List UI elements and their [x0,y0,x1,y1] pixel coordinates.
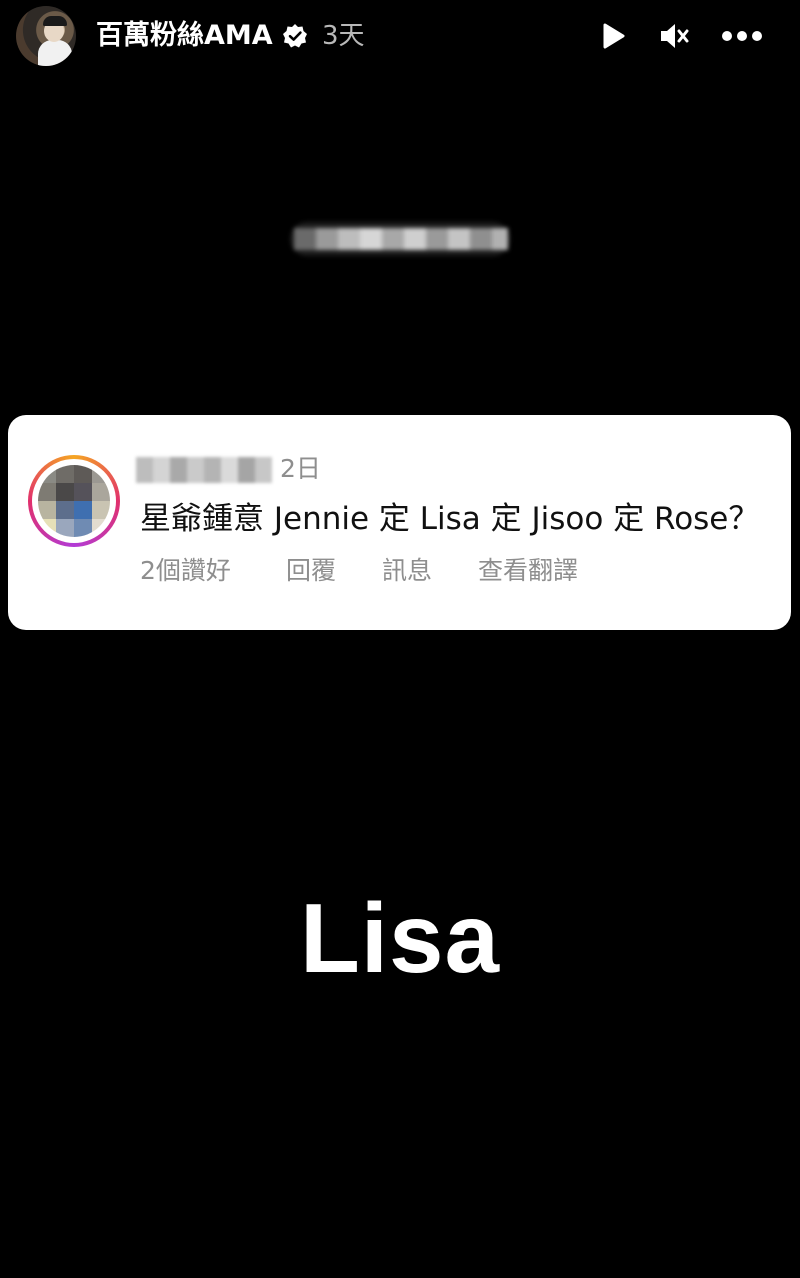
censored-label [290,222,510,256]
commenter-avatar[interactable] [28,455,120,547]
message-button[interactable]: 訊息 [382,554,432,588]
story-header: 百萬粉絲AMA 3天 [0,0,800,72]
play-icon [603,23,625,49]
comment-text: 星爺鍾意 Jennie 定 Lisa 定 Jisoo 定 Rose？ [140,501,760,537]
avatar-shirt-shape [38,40,72,66]
see-translation-button[interactable]: 查看翻譯 [478,554,578,588]
likes-count[interactable]: 2個讚好 [140,554,231,588]
account-avatar[interactable] [16,6,76,66]
post-age: 3天 [322,21,365,51]
more-options-button[interactable] [720,14,764,58]
verified-badge-icon [283,24,307,48]
comment-card: 2日 星爺鍾意 Jennie 定 Lisa 定 Jisoo 定 Rose？ 2個… [8,415,791,630]
commenter-username-censored[interactable] [136,457,272,483]
account-name[interactable]: 百萬粉絲AMA [96,18,273,54]
answer-text: Lisa [299,883,501,993]
commenter-avatar-pixelated [38,465,110,537]
play-button[interactable] [590,14,634,58]
comment-time: 2日 [280,454,321,483]
avatar-cap-shape [43,16,67,26]
reply-button[interactable]: 回覆 [286,554,336,588]
speaker-muted-icon [661,24,689,48]
story-viewer: 百萬粉絲AMA 3天 2日 星爺鍾意 Jennie 定 Lisa 定 Jisoo… [0,0,800,1278]
mute-button[interactable] [652,14,696,58]
more-horizontal-icon [722,31,762,41]
